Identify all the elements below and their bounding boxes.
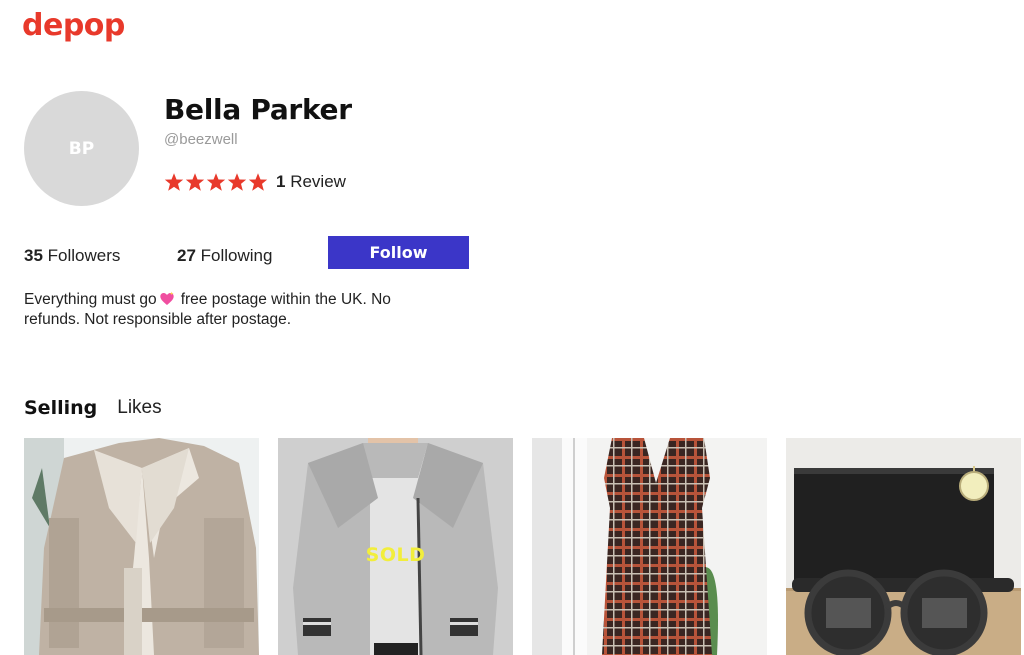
review-label: Review bbox=[290, 172, 346, 191]
profile-handle: @beezwell bbox=[164, 131, 238, 148]
product-card-black-pouch-and-sunglasses[interactable] bbox=[786, 438, 1021, 655]
tab-selling[interactable]: Selling bbox=[24, 397, 97, 419]
avatar-initials: BP bbox=[68, 138, 95, 159]
tab-likes[interactable]: Likes bbox=[117, 397, 161, 419]
profile-bio: Everything must go free postage within th… bbox=[24, 290, 404, 330]
following-count: 27 bbox=[177, 246, 196, 265]
review-link[interactable]: 1 Review bbox=[276, 172, 346, 192]
product-image bbox=[786, 438, 1021, 655]
bio-text-start: Everything must go bbox=[24, 291, 157, 308]
rating[interactable]: 1 Review bbox=[164, 172, 346, 192]
follow-button[interactable]: Follow bbox=[328, 236, 469, 269]
followers-link[interactable]: 35 Followers bbox=[24, 246, 120, 266]
product-card-plaid-pinafore-dress[interactable] bbox=[532, 438, 767, 655]
sparkling-heart-icon bbox=[160, 291, 174, 305]
avatar: BP bbox=[24, 91, 139, 206]
product-image bbox=[532, 438, 767, 655]
review-count: 1 bbox=[276, 172, 286, 191]
star-icon bbox=[206, 173, 226, 191]
followers-count: 35 bbox=[24, 246, 43, 265]
followers-label: Followers bbox=[47, 246, 121, 265]
profile-name: Bella Parker bbox=[164, 93, 352, 126]
product-grid: SOLD bbox=[24, 438, 1021, 655]
profile-tabs: Selling Likes bbox=[24, 397, 162, 419]
product-card-fleece-jacket[interactable]: SOLD bbox=[278, 438, 513, 655]
following-label: Following bbox=[200, 246, 273, 265]
star-icon bbox=[227, 173, 247, 191]
product-card-shearling-jacket[interactable] bbox=[24, 438, 259, 655]
depop-logo[interactable]: depop bbox=[22, 8, 125, 43]
star-icon bbox=[185, 173, 205, 191]
sold-badge: SOLD bbox=[365, 544, 426, 566]
star-icon bbox=[248, 173, 268, 191]
following-link[interactable]: 27 Following bbox=[177, 246, 272, 266]
product-image bbox=[24, 438, 259, 655]
rating-stars bbox=[164, 172, 268, 192]
star-icon bbox=[164, 173, 184, 191]
